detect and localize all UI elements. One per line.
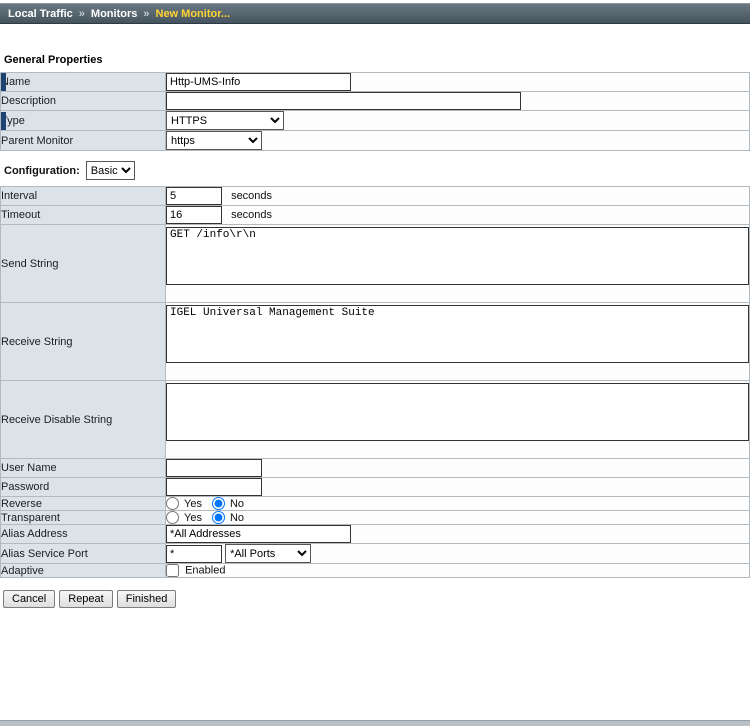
row-receive-disable-string: Receive Disable String [1,381,750,459]
required-marker [1,73,6,91]
adaptive-enabled-label[interactable]: Enabled [185,564,225,576]
reverse-yes-label[interactable]: Yes [184,498,202,510]
reverse-no-label[interactable]: No [230,498,244,510]
configuration-mode-select[interactable]: Basic [86,161,135,180]
name-input[interactable] [166,73,351,91]
row-user-name: User Name [1,459,750,478]
password-input[interactable] [166,478,262,496]
required-marker [1,112,6,130]
transparent-no-radio[interactable] [212,511,225,524]
type-select[interactable]: HTTPS [166,111,284,130]
user-name-input[interactable] [166,459,262,477]
alias-service-port-label: Alias Service Port [1,548,88,560]
row-password: Password [1,478,750,497]
reverse-no-radio[interactable] [212,497,225,510]
parent-monitor-label: Parent Monitor [1,135,73,147]
receive-string-textarea[interactable]: IGEL Universal Management Suite [166,305,749,363]
configuration-selector: Configuration: Basic [4,161,750,180]
reverse-yes-radio[interactable] [166,497,179,510]
row-reverse: Reverse Yes No [1,497,750,511]
breadcrumb-monitors[interactable]: Monitors [91,8,137,20]
transparent-no-label[interactable]: No [230,512,244,524]
timeout-label: Timeout [1,209,40,221]
timeout-input[interactable] [166,206,222,224]
row-timeout: Timeout seconds [1,206,750,225]
row-name: Name [1,73,750,92]
alias-address-label: Alias Address [1,528,68,540]
interval-input[interactable] [166,187,222,205]
adaptive-label: Adaptive [1,565,44,577]
footer-strip [0,720,750,726]
interval-suffix: seconds [231,190,272,202]
receive-disable-string-label: Receive Disable String [1,414,112,426]
reverse-label: Reverse [1,498,42,510]
receive-string-label: Receive String [1,336,73,348]
receive-disable-string-textarea[interactable] [166,383,749,441]
adaptive-enabled-checkbox[interactable] [166,564,179,577]
transparent-yes-label[interactable]: Yes [184,512,202,524]
parent-monitor-select[interactable]: https [166,131,262,150]
finished-button[interactable]: Finished [117,590,177,608]
row-transparent: Transparent Yes No [1,511,750,525]
user-name-label: User Name [1,462,57,474]
configuration-label: Configuration: [4,165,80,177]
alias-address-input[interactable] [166,525,351,543]
configuration-table: Interval seconds Timeout seconds Send St… [0,186,750,578]
row-receive-string: Receive String IGEL Universal Management… [1,303,750,381]
send-string-label: Send String [1,258,58,270]
alias-service-port-select[interactable]: *All Ports [225,544,311,563]
description-input[interactable] [166,92,521,110]
breadcrumb-separator: » [143,8,149,20]
breadcrumb-separator: » [79,8,85,20]
alias-service-port-input[interactable] [166,545,222,563]
interval-label: Interval [1,190,37,202]
row-interval: Interval seconds [1,187,750,206]
action-button-row: Cancel Repeat Finished [3,590,750,608]
row-type: Type HTTPS [1,111,750,131]
password-label: Password [1,481,49,493]
general-properties-heading: General Properties [4,54,750,66]
row-send-string: Send String GET /info\r\n [1,225,750,303]
breadcrumb-local-traffic[interactable]: Local Traffic [8,8,73,20]
repeat-button[interactable]: Repeat [59,590,112,608]
send-string-textarea[interactable]: GET /info\r\n [166,227,749,285]
cancel-button[interactable]: Cancel [3,590,55,608]
row-alias-service-port: Alias Service Port *All Ports [1,544,750,564]
breadcrumb: Local Traffic » Monitors » New Monitor..… [0,3,750,24]
transparent-yes-radio[interactable] [166,511,179,524]
row-parent-monitor: Parent Monitor https [1,131,750,151]
transparent-label: Transparent [1,512,60,524]
timeout-suffix: seconds [231,209,272,221]
row-alias-address: Alias Address [1,525,750,544]
description-label: Description [1,95,56,107]
general-properties-table: Name Description Type HTTPS Parent Monit… [0,72,750,151]
row-adaptive: Adaptive Enabled [1,564,750,578]
row-description: Description [1,92,750,111]
breadcrumb-new-monitor: New Monitor... [156,8,231,20]
